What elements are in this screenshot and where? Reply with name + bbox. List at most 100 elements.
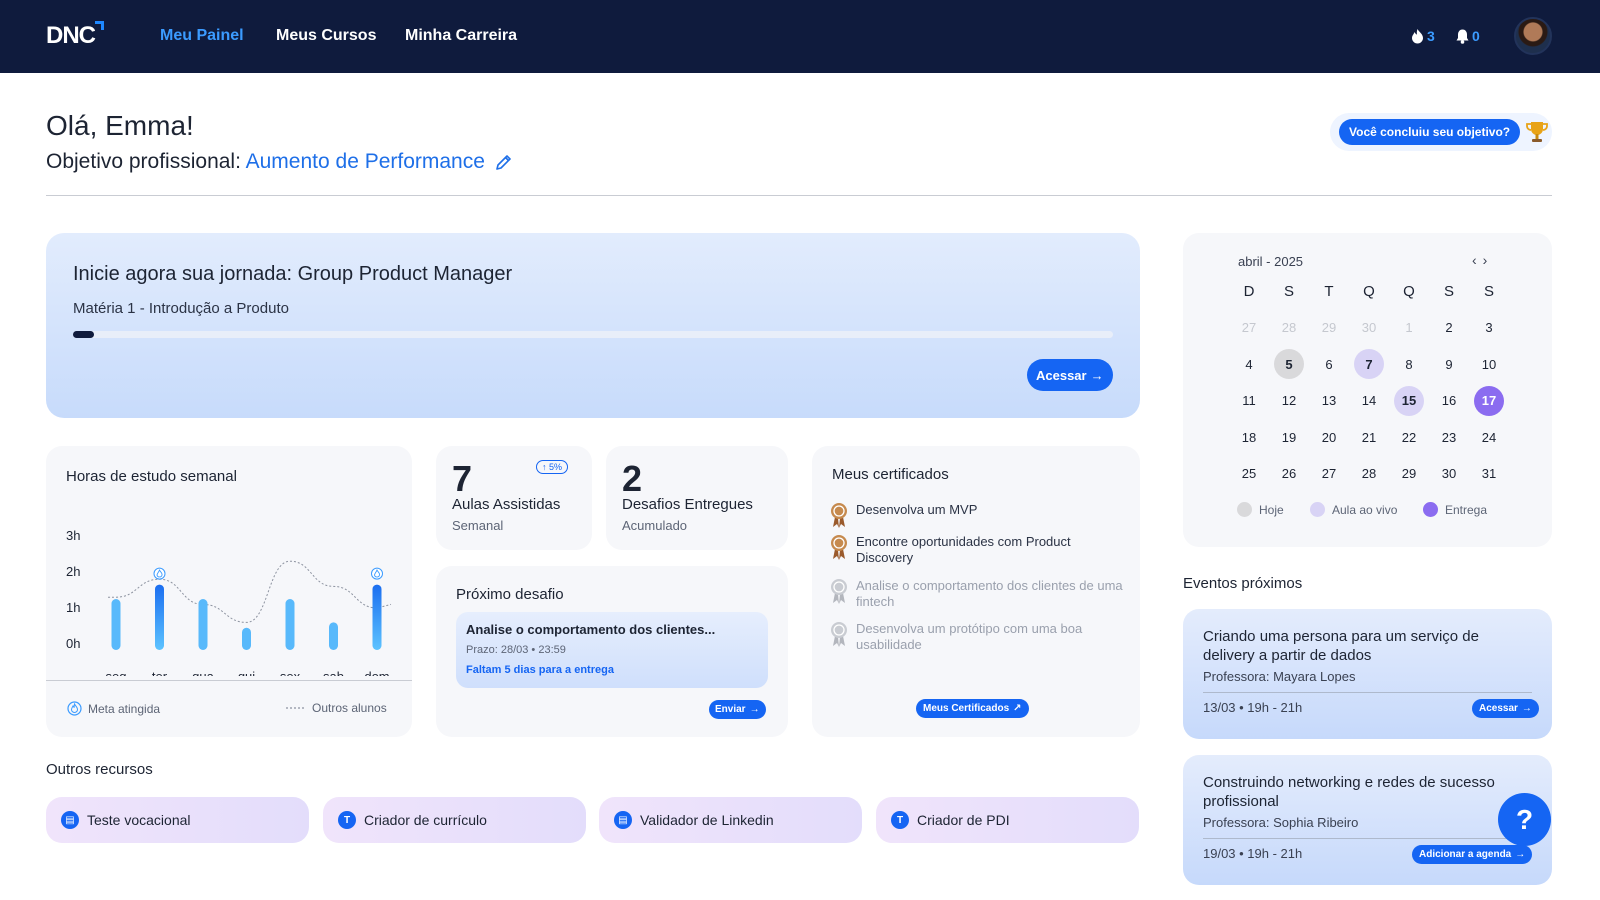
legend-live: Aula ao vivo (1310, 502, 1397, 517)
calendar-day[interactable]: 18 (1229, 419, 1269, 456)
event-card[interactable]: Construindo networking e redes de sucess… (1183, 755, 1552, 885)
add-to-calendar-button[interactable]: Adicionar a agenda → (1412, 845, 1533, 864)
calendar-day[interactable]: 30 (1429, 456, 1469, 493)
event-name: Construindo networking e redes de sucess… (1203, 774, 1495, 810)
calendar-day[interactable]: 17 (1469, 383, 1509, 420)
calendar-day[interactable]: 5 (1269, 346, 1309, 383)
challenge-item[interactable]: Analise o comportamento dos clientes... … (456, 612, 768, 688)
event-teacher: Professora: Mayara Lopes (1203, 669, 1356, 684)
notifications-count: 0 (1472, 28, 1480, 44)
calendar-day[interactable]: 28 (1349, 456, 1389, 493)
calendar-day[interactable]: 1 (1389, 310, 1429, 347)
calendar-day[interactable]: 9 (1429, 346, 1469, 383)
resource-linkedin-validator[interactable]: ▤ Validador de Linkedin (599, 797, 862, 843)
goal-value[interactable]: Aumento de Performance (246, 150, 485, 173)
study-bar-dom[interactable] (372, 584, 382, 650)
dnc-logo[interactable]: DNC (46, 21, 104, 50)
calendar-day[interactable]: 7 (1349, 346, 1389, 383)
certificate-item[interactable]: Desenvolva um protótipo com uma boa usab… (830, 621, 1130, 653)
calendar-day[interactable]: 13 (1309, 383, 1349, 420)
lessons-label: Aulas Assistidas (452, 496, 561, 513)
resource-vocational-test[interactable]: ▤ Teste vocacional (46, 797, 309, 843)
y-tick-label: 2h (66, 564, 80, 579)
calendar-day[interactable]: 20 (1309, 419, 1349, 456)
calendar-day[interactable]: 28 (1269, 310, 1309, 347)
legend-others-label: Outros alunos (312, 701, 387, 715)
bell-icon (1456, 29, 1469, 44)
study-bar-sex[interactable] (285, 599, 295, 650)
calendar-day[interactable]: 22 (1389, 419, 1429, 456)
challenges-count: 2 (622, 458, 643, 499)
calendar-day[interactable]: 29 (1309, 310, 1349, 347)
chevron-right-icon[interactable]: › (1483, 252, 1494, 268)
external-link-icon: ↗ (1013, 703, 1022, 714)
calendar-day[interactable]: 8 (1389, 346, 1429, 383)
study-bar-ter[interactable] (155, 584, 164, 650)
calendar-day[interactable]: 10 (1469, 346, 1509, 383)
certificates-card: Meus certificados Desenvolva um MVP Enco… (812, 446, 1140, 737)
professional-goal: Objetivo profissional: Aumento de Perfor… (46, 150, 512, 174)
legend-today: Hoje (1237, 502, 1284, 517)
nav-minha-carreira[interactable]: Minha Carreira (405, 27, 517, 45)
challenges-stat-card: 2 Desafios Entregues Acumulado (606, 446, 788, 550)
goal-completed-button[interactable]: Você concluiu seu objetivo? (1339, 119, 1521, 145)
journey-access-button[interactable]: Acessar → (1027, 359, 1113, 391)
events-title: Eventos próximos (1183, 575, 1303, 592)
calendar-day[interactable]: 3 (1469, 310, 1509, 347)
calendar-day[interactable]: 16 (1429, 383, 1469, 420)
calendar-day[interactable]: 2 (1429, 310, 1469, 347)
calendar-day[interactable]: 11 (1229, 383, 1269, 420)
calendar-day[interactable]: 21 (1349, 419, 1389, 456)
top-navbar: DNC Meu Painel Meus Cursos Minha Carreir… (0, 0, 1600, 73)
calendar-day[interactable]: 25 (1229, 456, 1269, 493)
lessons-growth-badge: ↑ 5% (536, 460, 569, 474)
medal-locked-icon (831, 622, 847, 647)
certificate-item[interactable]: Analise o comportamento dos clientes de … (830, 578, 1130, 610)
user-avatar[interactable] (1514, 17, 1552, 55)
calendar-day[interactable]: 6 (1309, 346, 1349, 383)
calendar-day[interactable]: 14 (1349, 383, 1389, 420)
calendar-day[interactable]: 24 (1469, 419, 1509, 456)
study-hours-card: Horas de estudo semanal 3h 2h 1h 0h seg ter qu… (46, 446, 412, 737)
calendar-day[interactable]: 27 (1229, 310, 1269, 347)
streak-counter[interactable]: 3 (1411, 28, 1435, 44)
calendar-grid: D S T Q Q S S 27 28 29 30 1 2 3 4 5 6 7 8 9 10 11 12 13 1… (1229, 273, 1509, 492)
study-bar-qui[interactable] (242, 627, 251, 650)
streak-count: 3 (1427, 28, 1435, 44)
calendar-day[interactable]: 30 (1349, 310, 1389, 347)
resources-title: Outros recursos (46, 761, 153, 778)
study-bar-sab[interactable] (329, 622, 338, 650)
event-card[interactable]: Criando uma persona para um serviço de d… (1183, 609, 1552, 739)
nav-meu-painel[interactable]: Meu Painel (160, 27, 244, 45)
edit-pencil-icon[interactable] (495, 154, 512, 171)
study-bar-seg[interactable] (111, 599, 121, 650)
chevron-left-icon[interactable]: ‹ (1472, 252, 1483, 268)
calendar-day[interactable]: 26 (1269, 456, 1309, 493)
calendar-day[interactable]: 31 (1469, 456, 1509, 493)
study-bar-qua[interactable] (198, 599, 208, 650)
resource-pdi-builder[interactable]: T Criador de PDI (876, 797, 1139, 843)
next-challenge-title: Próximo desafio (456, 586, 564, 603)
weekday-label: S (1443, 282, 1454, 300)
help-button[interactable]: ? (1498, 793, 1551, 846)
resource-resume-builder[interactable]: T Criador de currículo (323, 797, 586, 843)
live-dot-icon (1310, 502, 1325, 517)
challenge-deadline: Prazo: 28/03 • 23:59 (466, 644, 566, 656)
challenge-warning: Faltam 5 dias para a entrega (466, 664, 614, 676)
delivery-dot-icon (1423, 502, 1438, 517)
calendar-day[interactable]: 15 (1389, 383, 1429, 420)
send-challenge-button[interactable]: Enviar → (709, 700, 766, 719)
calendar-day[interactable]: 27 (1309, 456, 1349, 493)
arrow-right-icon: → (1521, 703, 1532, 714)
nav-meus-cursos[interactable]: Meus Cursos (276, 27, 376, 45)
calendar-day[interactable]: 12 (1269, 383, 1309, 420)
event-access-button[interactable]: Acessar → (1472, 699, 1539, 718)
calendar-day[interactable]: 23 (1429, 419, 1469, 456)
calendar-day[interactable]: 29 (1389, 456, 1429, 493)
calendar-day[interactable]: 4 (1229, 346, 1269, 383)
certificate-item[interactable]: Encontre oportunidades com Product Disco… (830, 534, 1130, 566)
certificate-item[interactable]: Desenvolva um MVP (830, 502, 1130, 528)
calendar-day[interactable]: 19 (1269, 419, 1309, 456)
notifications-button[interactable]: 0 (1456, 28, 1480, 44)
my-certificates-button[interactable]: Meus Certificados ↗ (916, 699, 1029, 718)
